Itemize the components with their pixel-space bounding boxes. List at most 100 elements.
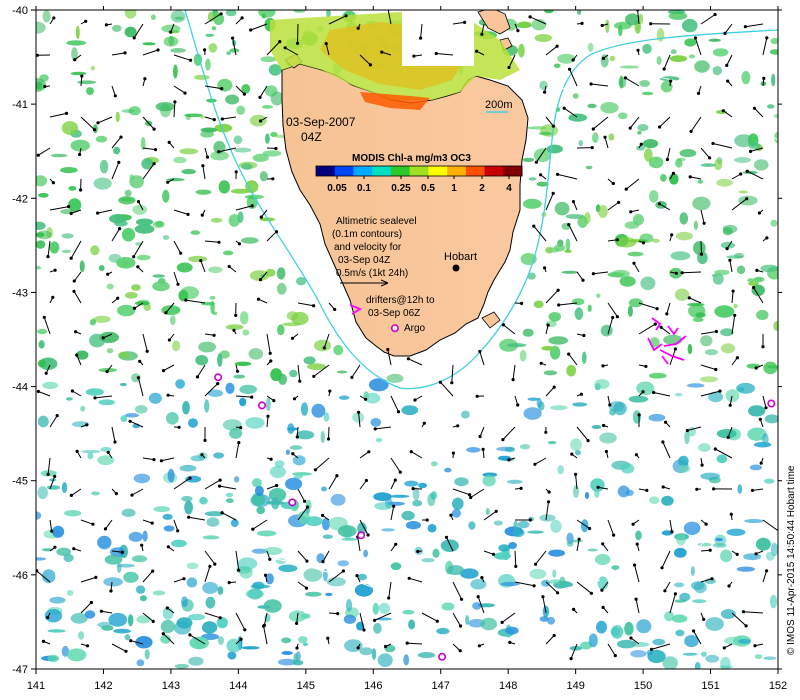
velocity-vector-head bbox=[689, 129, 693, 133]
chlorophyll-pixel bbox=[482, 475, 496, 487]
chlorophyll-pixel bbox=[769, 49, 778, 55]
velocity-vector-head bbox=[591, 127, 595, 131]
argo-float-marker bbox=[257, 401, 266, 410]
velocity-vector-head bbox=[256, 297, 261, 301]
chlorophyll-pixel bbox=[725, 389, 740, 403]
chlorophyll-pixel bbox=[174, 663, 189, 669]
velocity-vector-head bbox=[240, 16, 244, 20]
velocity-vector-head bbox=[612, 533, 616, 537]
velocity-vector-head bbox=[673, 592, 678, 596]
chlorophyll-pixel bbox=[320, 430, 325, 444]
velocity-vector-head bbox=[269, 359, 273, 363]
velocity-vector-head bbox=[234, 313, 238, 317]
velocity-vector-head bbox=[752, 285, 756, 290]
chlorophyll-pixel bbox=[403, 654, 410, 666]
chlorophyll-pixel bbox=[285, 477, 303, 491]
velocity-vector-head bbox=[723, 31, 727, 35]
chlorophyll-pixel bbox=[541, 579, 551, 587]
chlorophyll-pixel bbox=[186, 577, 198, 588]
chlorophyll-pixel bbox=[89, 319, 96, 326]
velocity-vector-head bbox=[93, 396, 97, 400]
chlorophyll-pixel bbox=[648, 413, 666, 422]
velocity-vector-head bbox=[501, 323, 505, 327]
velocity-vector-head bbox=[366, 533, 370, 537]
velocity-vector-head bbox=[552, 633, 556, 638]
velocity-vector-head bbox=[85, 644, 90, 648]
velocity-vector-head bbox=[237, 441, 241, 445]
chlorophyll-pixel bbox=[276, 282, 287, 295]
velocity-vector-head bbox=[632, 261, 636, 265]
velocity-vector-head bbox=[303, 499, 307, 503]
chlorophyll-pixel bbox=[172, 340, 181, 352]
chlorophyll-pixel bbox=[616, 639, 637, 649]
velocity-vector-head bbox=[555, 44, 559, 48]
chlorophyll-pixel bbox=[734, 252, 744, 259]
chlorophyll-pixel bbox=[642, 43, 652, 54]
velocity-vector-head bbox=[501, 438, 505, 442]
chlorophyll-pixel bbox=[176, 262, 193, 273]
chlorophyll-pixel bbox=[584, 212, 591, 224]
velocity-vector-head bbox=[159, 459, 163, 463]
chlorophyll-pixel bbox=[64, 510, 82, 517]
chlorophyll-pixel bbox=[568, 113, 588, 122]
velocity-vector-head bbox=[416, 549, 420, 554]
velocity-vector-head bbox=[130, 493, 134, 497]
chlorophyll-pixel bbox=[578, 139, 583, 147]
chlorophyll-pixel bbox=[587, 42, 594, 53]
velocity-vector-head bbox=[118, 227, 122, 231]
velocity-vector-head bbox=[295, 621, 299, 626]
x-tick-label: 145 bbox=[297, 680, 315, 692]
chlorophyll-pixel bbox=[522, 157, 535, 162]
velocity-vector-head bbox=[96, 211, 100, 215]
velocity-vector-head bbox=[765, 236, 769, 240]
chlorophyll-pixel bbox=[687, 343, 693, 355]
velocity-vector-head bbox=[364, 397, 368, 401]
chlorophyll-pixel bbox=[36, 81, 43, 90]
chlorophyll-pixel bbox=[205, 58, 211, 71]
velocity-vector-head bbox=[396, 410, 401, 414]
chlorophyll-pixel bbox=[242, 329, 250, 336]
chlorophyll-pixel bbox=[345, 599, 353, 612]
chlorophyll-pixel bbox=[91, 491, 100, 496]
velocity-vector-head bbox=[80, 74, 84, 78]
velocity-vector-head bbox=[568, 67, 572, 71]
chlorophyll-pixel bbox=[115, 111, 120, 123]
velocity-vector-head bbox=[74, 330, 78, 334]
velocity-vector-head bbox=[44, 371, 48, 375]
velocity-vector-head bbox=[581, 278, 585, 282]
velocity-vector-head bbox=[183, 91, 187, 95]
velocity-vector-head bbox=[200, 213, 204, 217]
velocity-vector-head bbox=[670, 233, 674, 237]
chlorophyll-pixel bbox=[302, 642, 309, 647]
velocity-vector-head bbox=[571, 200, 576, 204]
chlorophyll-pixel bbox=[285, 449, 290, 456]
chlorophyll-pixel bbox=[201, 621, 218, 634]
chlorophyll-pixel bbox=[277, 324, 285, 336]
chlorophyll-pixel bbox=[65, 397, 73, 401]
chlorophyll-pixel bbox=[104, 554, 123, 565]
velocity-vector-head bbox=[534, 562, 538, 566]
chlorophyll-pixel bbox=[359, 647, 373, 656]
chlorophyll-pixel bbox=[454, 477, 469, 487]
velocity-vector-head bbox=[72, 289, 76, 293]
chlorophyll-pixel bbox=[715, 537, 723, 542]
velocity-vector-head bbox=[239, 637, 243, 641]
chlorophyll-pixel bbox=[166, 178, 185, 182]
y-tick-label: -42 bbox=[12, 193, 28, 205]
velocity-vector-head bbox=[145, 349, 149, 353]
colorbar-tick-label: 0.5 bbox=[421, 183, 435, 194]
chlorophyll-pixel bbox=[600, 54, 609, 68]
chlorophyll-pixel bbox=[49, 596, 66, 604]
velocity-vector-head bbox=[117, 160, 121, 164]
velocity-vector-head bbox=[516, 29, 520, 33]
chlorophyll-pixel bbox=[405, 521, 421, 530]
velocity-vector-head bbox=[658, 125, 662, 129]
velocity-vector-head bbox=[726, 79, 730, 83]
velocity-vector-head bbox=[693, 36, 698, 40]
velocity-vector-head bbox=[508, 640, 512, 645]
velocity-vector-head bbox=[321, 560, 325, 564]
chlorophyll-pixel bbox=[173, 156, 187, 164]
chlorophyll-pixel bbox=[585, 165, 593, 170]
velocity-vector-head bbox=[227, 264, 231, 269]
chlorophyll-pixel bbox=[103, 577, 123, 587]
